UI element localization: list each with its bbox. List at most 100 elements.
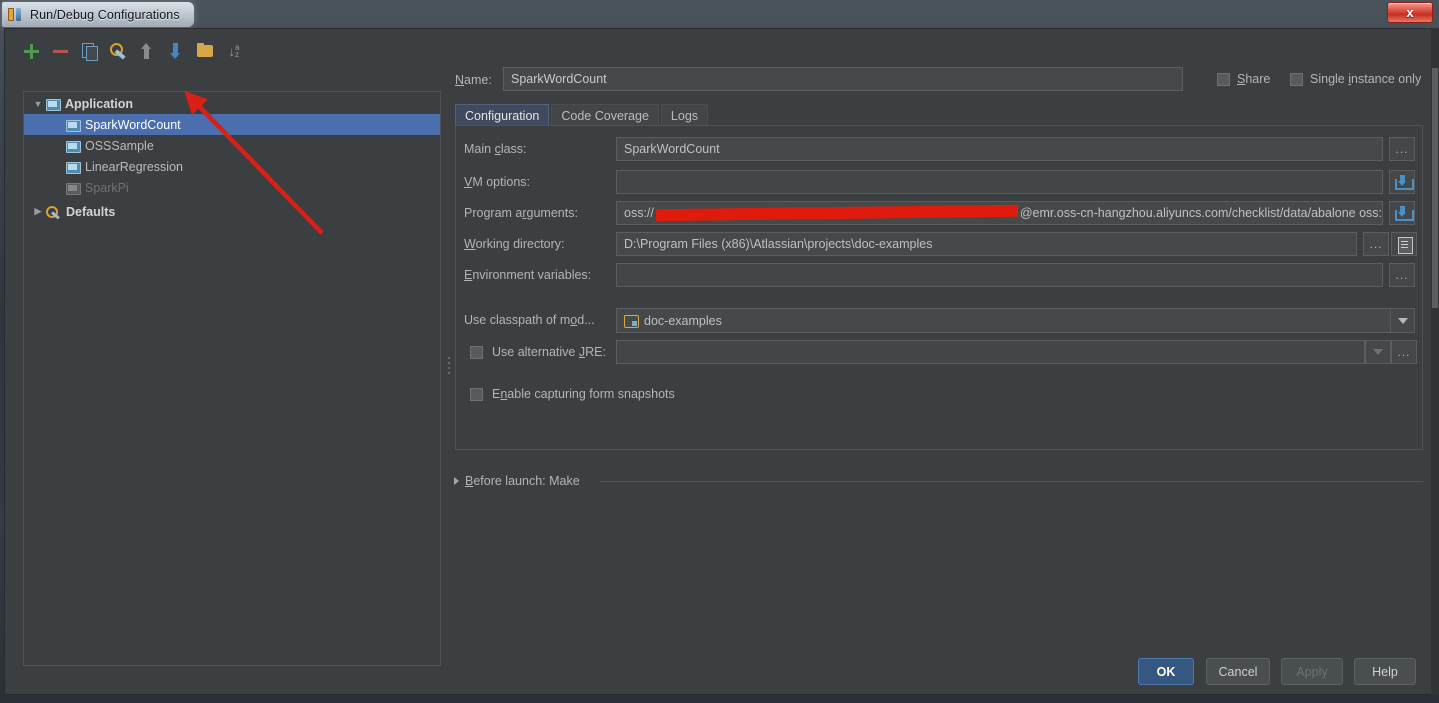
classpath-module-dropdown-button[interactable]	[1390, 309, 1414, 332]
checkbox-box[interactable]	[470, 387, 483, 401]
enable-form-snapshots-checkbox[interactable]: Enable capturing form snapshots	[470, 387, 675, 401]
vm-options-label: VM options:	[464, 175, 531, 189]
sort-alpha-icon: a z	[235, 43, 240, 59]
before-launch-section[interactable]: Before launch: Make	[454, 474, 580, 488]
checkbox-box[interactable]	[1217, 72, 1230, 86]
add-configuration-button[interactable]	[21, 41, 41, 61]
environment-variables-label-row: Environment variables:	[464, 263, 591, 287]
name-input-value: SparkWordCount	[511, 72, 607, 86]
twisty-icon[interactable]: ▶	[30, 206, 46, 217]
window-title: Run/Debug Configurations	[30, 7, 180, 22]
before-launch-separator	[600, 481, 1423, 482]
help-button[interactable]: Help	[1354, 658, 1416, 685]
create-folder-button[interactable]	[195, 41, 215, 61]
defaults-wrench-icon	[46, 205, 61, 218]
expand-editor-icon	[1394, 205, 1414, 221]
main-class-label-row: Main class:	[464, 137, 527, 161]
ok-button[interactable]: OK	[1138, 658, 1194, 685]
tab-code-coverage[interactable]: Code Coverage	[551, 104, 659, 126]
name-input[interactable]: SparkWordCount	[503, 67, 1183, 91]
chevron-down-icon	[1397, 317, 1408, 324]
program-arguments-expand-button[interactable]	[1389, 201, 1415, 225]
main-class-browse-button[interactable]: ...	[1389, 137, 1415, 161]
macros-icon	[1397, 236, 1413, 254]
module-icon	[624, 314, 639, 328]
working-directory-value: D:\Program Files (x86)\Atlassian\project…	[624, 237, 933, 251]
scrollbar-thumb[interactable]	[1432, 68, 1438, 308]
title-bar: Run/Debug Configurations x	[0, 0, 1439, 28]
redaction-bar	[655, 204, 1018, 222]
classpath-module-label: Use classpath of mod...	[464, 313, 595, 327]
expand-editor-icon	[1394, 174, 1414, 190]
apply-button-label: Apply	[1296, 664, 1328, 679]
configurations-tree[interactable]: ▼ Application SparkWordCount OSSSample L…	[23, 91, 441, 666]
ellipsis-icon: ...	[1395, 142, 1409, 156]
configuration-tabs: Configuration Code Coverage Logs	[455, 104, 710, 126]
copy-configuration-button[interactable]	[79, 41, 99, 61]
main-class-label: Main class:	[464, 142, 527, 156]
close-button[interactable]: x	[1387, 2, 1433, 23]
checkbox-box[interactable]	[1290, 72, 1303, 86]
tab-label: Code Coverage	[561, 108, 649, 123]
use-alternative-jre-label: Use alternative JRE:	[492, 345, 606, 359]
main-class-input[interactable]: SparkWordCount	[616, 137, 1383, 161]
enable-form-snapshots-label: Enable capturing form snapshots	[492, 387, 675, 401]
application-icon	[66, 140, 81, 153]
tree-node-defaults[interactable]: ▶ Defaults	[24, 201, 440, 222]
ok-button-label: OK	[1156, 664, 1176, 679]
use-alternative-jre-checkbox[interactable]: Use alternative JRE:	[470, 345, 606, 359]
tab-configuration[interactable]: Configuration	[455, 104, 550, 126]
apply-button[interactable]: Apply	[1281, 658, 1343, 685]
twisty-icon[interactable]: ▼	[30, 99, 46, 109]
working-directory-input[interactable]: D:\Program Files (x86)\Atlassian\project…	[616, 232, 1357, 256]
alternative-jre-browse-button[interactable]: ...	[1391, 340, 1417, 364]
move-down-button[interactable]	[166, 41, 186, 61]
intellij-idea-icon	[8, 7, 23, 22]
dialog-body: ↓ a z ▼ Application SparkWordCount OSSSa…	[4, 28, 1435, 695]
share-checkbox[interactable]: Share	[1217, 72, 1270, 86]
program-arguments-input[interactable]: oss:// @emr.oss-cn-hangzhou.aliyuncs.com…	[616, 201, 1383, 225]
classpath-module-combobox[interactable]: doc-examples	[616, 308, 1415, 333]
environment-variables-browse-button[interactable]: ...	[1389, 263, 1415, 287]
environment-variables-input[interactable]	[616, 263, 1383, 287]
tree-node-label: OSSSample	[85, 138, 154, 153]
working-directory-label-row: Working directory:	[464, 232, 565, 256]
remove-configuration-button[interactable]	[50, 41, 70, 61]
main-class-value: SparkWordCount	[624, 142, 720, 156]
window-scrollbar[interactable]	[1431, 28, 1439, 695]
application-icon	[46, 98, 61, 111]
tree-node-label: LinearRegression	[85, 159, 183, 174]
application-icon	[66, 161, 81, 174]
alternative-jre-dropdown-button[interactable]	[1365, 340, 1391, 364]
tab-logs[interactable]: Logs	[660, 104, 709, 126]
program-arguments-suffix: @emr.oss-cn-hangzhou.aliyuncs.com/checkl…	[1019, 206, 1382, 220]
ellipsis-icon: ...	[1397, 345, 1411, 359]
vm-options-expand-button[interactable]	[1389, 170, 1415, 194]
working-directory-macros-button[interactable]	[1391, 232, 1417, 256]
classpath-module-label-row: Use classpath of mod...	[464, 308, 595, 332]
single-instance-label: Single instance only	[1310, 72, 1422, 86]
sort-configurations-button[interactable]: ↓ a z	[224, 41, 244, 61]
tree-node-sparkwordcount[interactable]: SparkWordCount	[24, 114, 440, 135]
vm-options-input[interactable]	[616, 170, 1383, 194]
cancel-button-label: Cancel	[1218, 664, 1258, 679]
window-title-pill: Run/Debug Configurations	[2, 2, 194, 27]
working-directory-browse-button[interactable]: ...	[1363, 232, 1389, 256]
chevron-right-icon[interactable]	[454, 477, 459, 485]
help-button-label: Help	[1372, 664, 1398, 679]
before-launch-label: Before launch: Make	[465, 474, 580, 488]
tree-node-sparkpi[interactable]: SparkPi	[24, 177, 440, 198]
checkbox-box[interactable]	[470, 345, 483, 359]
tree-node-label: SparkWordCount	[85, 117, 181, 132]
tree-node-label: Defaults	[66, 204, 116, 219]
move-up-button[interactable]	[137, 41, 157, 61]
tree-node-linearregression[interactable]: LinearRegression	[24, 156, 440, 177]
tree-node-osssample[interactable]: OSSSample	[24, 135, 440, 156]
edit-defaults-button[interactable]	[108, 41, 128, 61]
tree-node-application[interactable]: ▼ Application	[24, 93, 440, 114]
alternative-jre-input[interactable]	[616, 340, 1365, 364]
panel-splitter[interactable]	[446, 354, 451, 378]
configurations-toolbar: ↓ a z	[21, 39, 441, 63]
cancel-button[interactable]: Cancel	[1206, 658, 1270, 685]
single-instance-checkbox[interactable]: Single instance only	[1290, 72, 1421, 86]
